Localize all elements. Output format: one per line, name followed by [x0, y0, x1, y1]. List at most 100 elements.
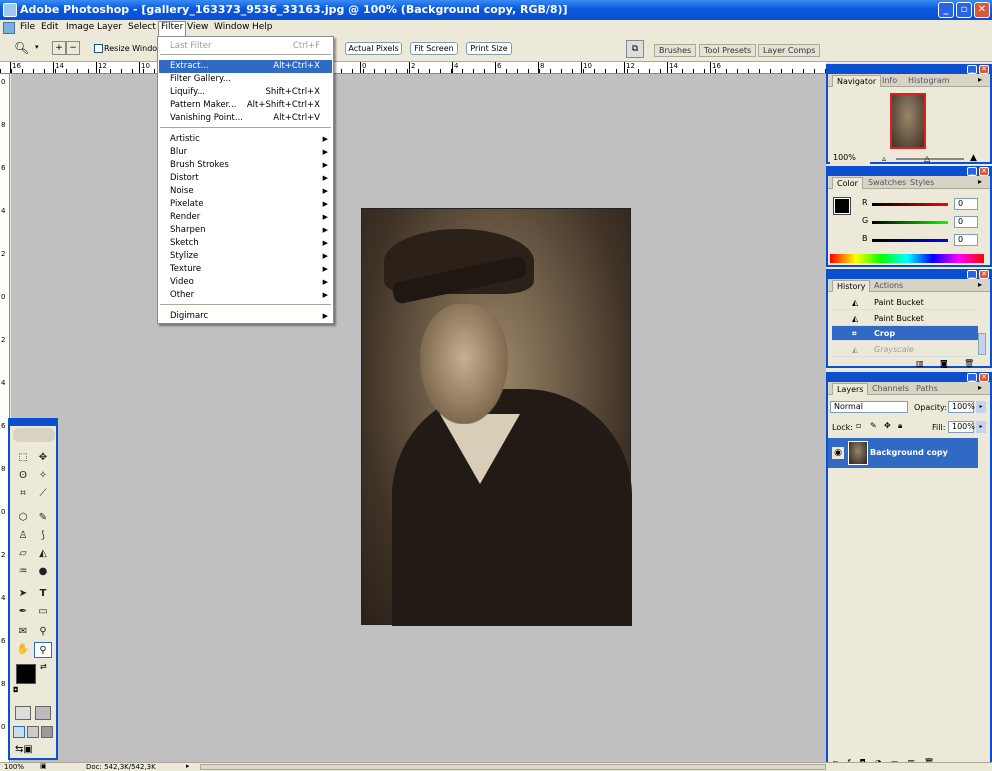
blue-value-input[interactable]: 0	[954, 234, 978, 246]
crop-tool-icon[interactable]: ⌗	[14, 486, 32, 502]
tab-swatches[interactable]: Swatches	[864, 177, 910, 189]
filter-menu-item[interactable]: Other ▶	[159, 289, 332, 302]
filter-menu-item[interactable]: Last Filter Ctrl+F	[159, 40, 332, 53]
layer-row-background-copy[interactable]: ◉ Background copy	[828, 438, 978, 468]
tab-styles[interactable]: Styles	[906, 177, 938, 189]
full-screen-menu-mode-icon[interactable]	[27, 726, 39, 738]
close-button[interactable]: ✕	[974, 2, 990, 18]
history-state[interactable]: ◭ Grayscale	[832, 342, 978, 357]
marquee-tool-icon[interactable]: ⬚	[14, 450, 32, 466]
filter-menu-item[interactable]: Extract... Alt+Ctrl+X	[159, 60, 332, 73]
print-size-button[interactable]: Print Size	[466, 42, 512, 55]
lock-position-icon[interactable]: ✥	[884, 421, 891, 430]
zoom-out-icon[interactable]: −	[66, 41, 80, 55]
document-icon[interactable]	[3, 22, 15, 34]
dodge-tool-icon[interactable]: ●	[34, 564, 52, 580]
filter-menu-item[interactable]: Video ▶	[159, 276, 332, 289]
full-screen-mode-icon[interactable]	[41, 726, 53, 738]
blend-mode-select[interactable]: Normal	[830, 401, 908, 413]
move-tool-icon[interactable]: ✥	[34, 450, 52, 466]
layer-name[interactable]: Background copy	[870, 448, 948, 457]
minimize-button[interactable]: _	[938, 2, 954, 18]
status-menu-arrow-icon[interactable]: ▸	[186, 762, 190, 770]
red-slider[interactable]	[872, 203, 948, 206]
filter-menu-item[interactable]: Stylize ▶	[159, 250, 332, 263]
filter-menu-item[interactable]: Blur ▶	[159, 146, 332, 159]
opacity-input[interactable]: 100%	[948, 401, 975, 413]
photoshop-feather-logo[interactable]	[13, 428, 55, 442]
color-ramp-spectrum[interactable]	[830, 254, 984, 263]
pen-tool-icon[interactable]: ✒	[14, 604, 32, 620]
filter-menu-item[interactable]: Noise ▶	[159, 185, 332, 198]
magic-wand-tool-icon[interactable]: ✧	[34, 468, 52, 484]
filter-menu-item[interactable]: Texture ▶	[159, 263, 332, 276]
history-brush-tool-icon[interactable]: ⟆	[34, 528, 52, 544]
horizontal-scrollbar[interactable]	[200, 764, 826, 770]
tab-layers[interactable]: Layers	[832, 383, 869, 395]
palette-minimize-button[interactable]: _	[967, 373, 977, 382]
type-tool-icon[interactable]: T	[34, 586, 52, 602]
lock-image-icon[interactable]: ✎	[870, 421, 877, 430]
paint-bucket-tool-icon[interactable]: ◭	[34, 546, 52, 562]
palette-close-button[interactable]: ✕	[979, 65, 989, 74]
menu-window[interactable]: Window	[214, 22, 250, 32]
tab-paths[interactable]: Paths	[912, 383, 942, 395]
layer-visibility-eye-icon[interactable]: ◉	[832, 447, 844, 459]
green-value-input[interactable]: 0	[954, 216, 978, 228]
zoom-in-small-icon[interactable]: ▲	[970, 153, 977, 163]
navigator-slider-thumb[interactable]: △	[924, 154, 930, 163]
brush-tool-icon[interactable]: ✎	[34, 510, 52, 526]
history-scrollbar[interactable]	[978, 333, 986, 355]
tab-info[interactable]: Info	[878, 75, 901, 87]
jump-to-imageready-icon[interactable]: ⇆▣	[15, 744, 51, 758]
menu-image[interactable]: Image	[66, 22, 94, 32]
filter-menu-item[interactable]: Liquify... Shift+Ctrl+X	[159, 86, 332, 99]
well-tab-brushes[interactable]: Brushes	[654, 44, 697, 57]
resize-window-checkbox[interactable]	[94, 44, 103, 53]
swap-colors-icon[interactable]: ⇄	[40, 662, 47, 671]
palette-minimize-button[interactable]: _	[967, 270, 977, 279]
foreground-color-swatch[interactable]	[16, 664, 36, 684]
zoom-tool-icon[interactable]: ⚲	[34, 642, 52, 658]
color-foreground-swatch[interactable]	[833, 197, 851, 215]
tab-navigator[interactable]: Navigator	[832, 75, 882, 87]
red-value-input[interactable]: 0	[954, 198, 978, 210]
maximize-button[interactable]: ▫	[956, 2, 972, 18]
fill-slider-arrow-icon[interactable]: ▸	[976, 421, 986, 433]
filter-menu-item[interactable]: Digimarc ▶	[159, 310, 332, 323]
tab-history[interactable]: History	[832, 280, 871, 292]
standard-mode-icon[interactable]	[15, 706, 31, 720]
file-browser-icon[interactable]: ⧉	[626, 40, 644, 58]
photoshop-app-icon[interactable]	[3, 3, 17, 17]
filter-menu-item[interactable]: Pattern Maker... Alt+Shift+Ctrl+X	[159, 99, 332, 112]
clone-stamp-tool-icon[interactable]: ♙	[14, 528, 32, 544]
eyedropper-tool-icon[interactable]: ⚲	[34, 624, 52, 640]
tab-actions[interactable]: Actions	[870, 280, 907, 292]
document-photo[interactable]	[361, 208, 632, 626]
lock-transparent-icon[interactable]: ▫	[856, 421, 861, 430]
fit-screen-button[interactable]: Fit Screen	[410, 42, 458, 55]
slice-tool-icon[interactable]: ⟋	[34, 486, 52, 502]
palette-menu-icon[interactable]: ▸	[978, 75, 982, 84]
filter-menu-item[interactable]: Pixelate ▶	[159, 198, 332, 211]
rectangle-tool-icon[interactable]: ▭	[34, 604, 52, 620]
filter-menu-item[interactable]: Distort ▶	[159, 172, 332, 185]
notes-tool-icon[interactable]: ✉	[14, 624, 32, 640]
palette-close-button[interactable]: ✕	[979, 167, 989, 176]
palette-minimize-button[interactable]: _	[967, 65, 977, 74]
tab-histogram[interactable]: Histogram	[904, 75, 954, 87]
well-tab-layer-comps[interactable]: Layer Comps	[758, 44, 821, 57]
tab-color[interactable]: Color	[832, 177, 863, 189]
lasso-tool-icon[interactable]: ʘ	[14, 468, 32, 484]
actual-pixels-button[interactable]: Actual Pixels	[345, 42, 402, 55]
filter-menu-item[interactable]: Brush Strokes ▶	[159, 159, 332, 172]
status-document-icon[interactable]: ▣	[40, 762, 47, 770]
menu-filter[interactable]: Filter	[158, 21, 187, 36]
blur-tool-icon[interactable]: ♒	[14, 564, 32, 580]
palette-minimize-button[interactable]: _	[967, 167, 977, 176]
new-document-from-state-icon[interactable]: ▥	[916, 359, 924, 368]
filter-menu-item[interactable]: Vanishing Point... Alt+Ctrl+V	[159, 112, 332, 125]
filter-menu-item[interactable]: Sketch ▶	[159, 237, 332, 250]
zoom-out-small-icon[interactable]: ▵	[882, 154, 886, 163]
path-selection-tool-icon[interactable]: ➤	[14, 586, 32, 602]
